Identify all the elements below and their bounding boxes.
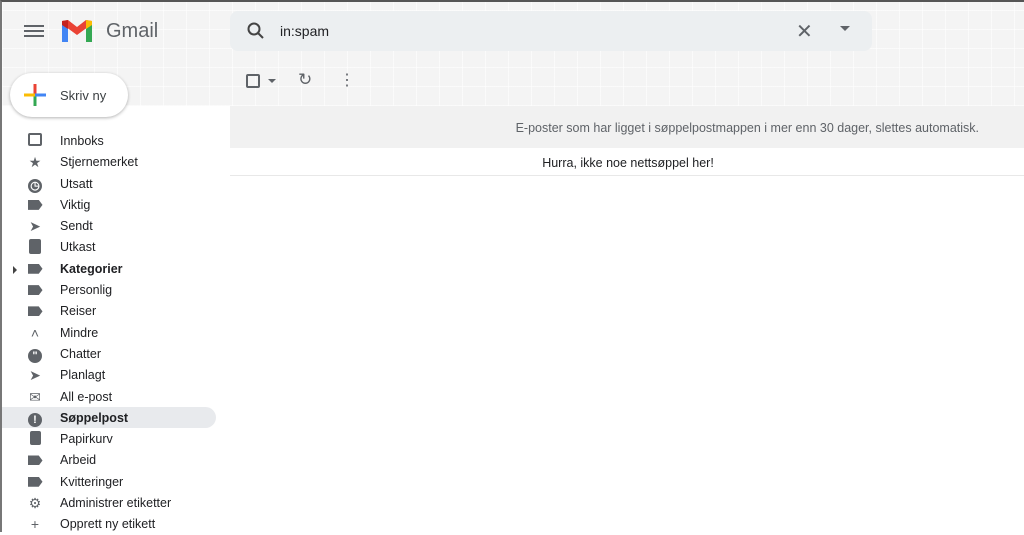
important-icon [27, 197, 43, 213]
search-icon[interactable] [246, 21, 266, 41]
search-input[interactable]: in:spam [280, 23, 329, 39]
sidebar-item-stjernemerket[interactable]: ★ Stjernemerket [2, 151, 230, 172]
sidebar-item-kvitteringer[interactable]: Kvitteringer [2, 471, 230, 492]
sidebar-item-utsatt[interactable]: ◷ Utsatt [2, 173, 230, 194]
clear-search-icon[interactable]: ✕ [796, 19, 813, 44]
gmail-logo [62, 20, 92, 42]
compose-label: Skriv ny [60, 88, 107, 103]
scheduled-icon: ➤ [29, 367, 41, 384]
sidebar-item-all-e-post[interactable]: ✉ All e-post [2, 386, 230, 407]
sidebar-item-chatter[interactable]: " Chatter [2, 343, 230, 364]
label-icon [27, 282, 43, 298]
select-checkbox[interactable] [246, 74, 260, 88]
sidebar-item-personlig[interactable]: Personlig [2, 279, 230, 300]
empty-message: Hurra, ikke noe nettsøppel her! [230, 148, 1024, 176]
select-dropdown-icon[interactable] [268, 79, 276, 83]
sidebar-item-innboks[interactable]: Innboks [2, 130, 230, 151]
expand-arrow-icon[interactable] [13, 265, 17, 274]
sidebar-item-soppelpost[interactable]: ! Søppelpost [2, 406, 216, 429]
search-bar[interactable]: in:spam ✕ [230, 11, 872, 51]
brand-name: Gmail [106, 20, 159, 42]
sidebar-item-reiser[interactable]: Reiser [2, 300, 230, 321]
compose-button[interactable]: Skriv ny [10, 73, 128, 117]
mail-icon: ✉ [29, 388, 41, 405]
main-menu-icon[interactable] [24, 22, 44, 38]
sidebar-item-sendt[interactable]: ➤ Sendt [2, 215, 230, 236]
spam-icon: ! [27, 410, 43, 427]
sidebar-nav: Innboks ★ Stjernemerket ◷ Utsatt Viktig ➤ S… [2, 130, 230, 535]
refresh-icon[interactable]: ↻ [298, 70, 312, 90]
sidebar-item-planlagt[interactable]: ➤ Planlagt [2, 364, 230, 385]
plus-icon: + [30, 516, 40, 533]
sidebar-item-arbeid[interactable]: Arbeid [2, 449, 230, 470]
chat-icon: " [27, 346, 43, 363]
trash-icon [27, 431, 43, 447]
label-icon [27, 452, 43, 468]
sidebar-item-kategorier[interactable]: Kategorier [2, 258, 230, 279]
chevron-up-icon: ˄ [30, 324, 40, 341]
sidebar-item-papirkurv[interactable]: Papirkurv [2, 428, 230, 449]
label-icon [27, 474, 43, 490]
sidebar-item-administrer-etiketter[interactable]: ⚙ Administrer etiketter [2, 492, 230, 513]
label-icon [27, 303, 43, 319]
sidebar-item-opprett-ny-etikett[interactable]: + Opprett ny etikett [2, 513, 230, 534]
search-options-icon[interactable] [840, 26, 850, 31]
spam-notice: E-poster som har ligget i søppelpostmapp… [230, 106, 1024, 148]
more-options-icon[interactable]: ⋮ [339, 70, 355, 90]
sidebar-item-utkast[interactable]: Utkast [2, 236, 230, 257]
star-icon: ★ [28, 154, 42, 171]
draft-icon [27, 239, 43, 255]
label-icon [27, 261, 43, 277]
inbox-icon [27, 133, 43, 149]
sidebar-item-mindre[interactable]: ˄ Mindre [2, 322, 230, 343]
sidebar-item-viktig[interactable]: Viktig [2, 194, 230, 215]
gear-icon: ⚙ [28, 495, 42, 512]
send-icon: ➤ [29, 218, 41, 235]
clock-icon: ◷ [27, 176, 43, 193]
plus-icon [24, 84, 46, 106]
